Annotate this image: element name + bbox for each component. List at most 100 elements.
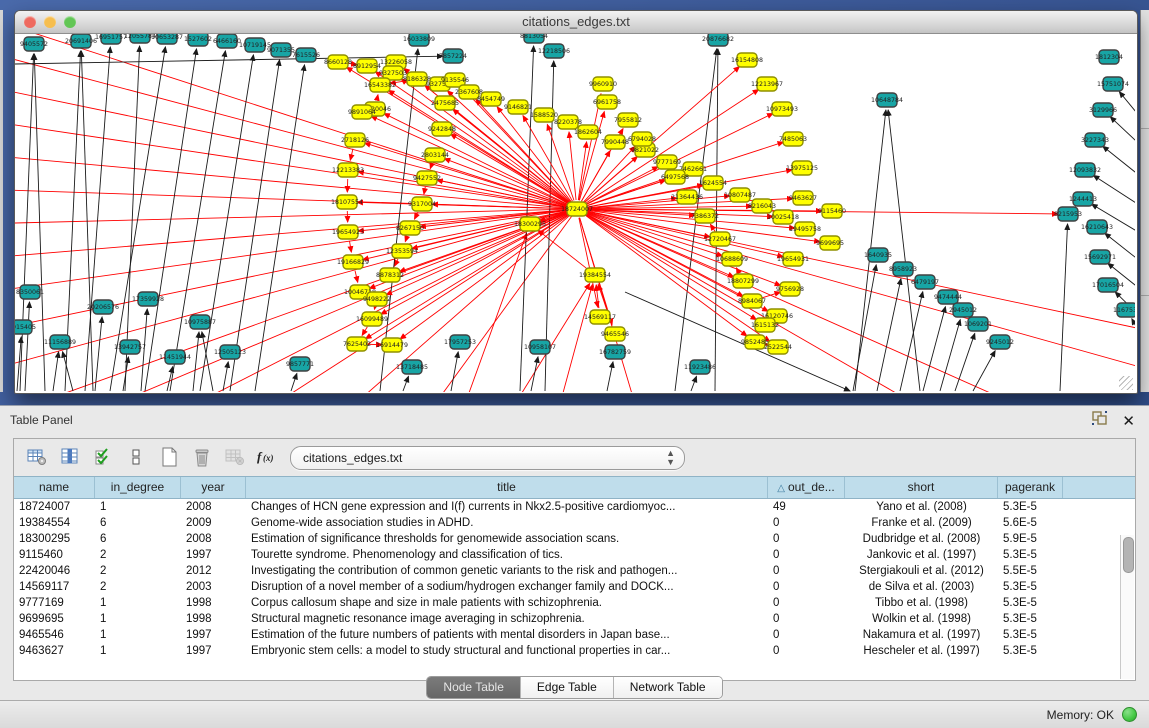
table-row[interactable]: 969969511998Structural magnetic resonanc… bbox=[14, 611, 1135, 627]
table-cell[interactable]: 5.6E-5 bbox=[998, 515, 1063, 531]
citation-edge-red[interactable] bbox=[350, 149, 353, 160]
graph-node[interactable]: 9465546 bbox=[601, 327, 629, 341]
table-cell[interactable]: 2 bbox=[95, 579, 181, 595]
table-cell[interactable]: 2009 bbox=[181, 515, 246, 531]
graph-node[interactable]: 13975125 bbox=[786, 161, 818, 175]
citation-edge-black[interactable] bbox=[200, 55, 253, 391]
delete-column-icon[interactable] bbox=[189, 446, 215, 468]
graph-node[interactable]: 12218506 bbox=[538, 44, 570, 58]
table-row[interactable]: 977716911998Corpus callosum shape and si… bbox=[14, 595, 1135, 611]
citation-edge-black[interactable] bbox=[451, 352, 458, 391]
graph-node[interactable]: 7955812 bbox=[614, 113, 642, 127]
graph-node[interactable]: 12213967 bbox=[751, 77, 783, 91]
table-row[interactable]: 946554611997Estimation of the future num… bbox=[14, 627, 1135, 643]
graph-node[interactable]: 9317004 bbox=[408, 197, 436, 211]
table-cell[interactable]: 0 bbox=[768, 643, 845, 659]
graph-node[interactable]: 6497568 bbox=[661, 170, 689, 184]
table-cell[interactable]: 1998 bbox=[181, 595, 246, 611]
table-row[interactable]: 946362711997Embryonic stem cells: a mode… bbox=[14, 643, 1135, 659]
graph-node[interactable]: 3129966 bbox=[1089, 103, 1117, 117]
graph-node[interactable]: 9427552 bbox=[413, 171, 441, 185]
citation-edge-red[interactable] bbox=[583, 146, 635, 202]
graph-node[interactable]: 12093832 bbox=[1069, 163, 1101, 177]
graph-node[interactable]: 16951757 bbox=[95, 34, 127, 44]
table-cell[interactable]: 14569117 bbox=[14, 579, 95, 595]
graph-node[interactable]: 9071355 bbox=[267, 43, 295, 57]
graph-node[interactable]: 8813054 bbox=[520, 34, 548, 43]
citation-edge-black[interactable] bbox=[223, 362, 228, 391]
graph-node[interactable]: 7386372 bbox=[691, 209, 719, 223]
graph-node[interactable]: 9777169 bbox=[653, 155, 681, 169]
table-row[interactable]: 1872400712008Changes of HCN gene express… bbox=[14, 499, 1135, 515]
table-cell[interactable]: 0 bbox=[768, 579, 845, 595]
citation-edge-black[interactable] bbox=[853, 265, 876, 391]
table-cell[interactable]: 1997 bbox=[181, 547, 246, 563]
table-cell[interactable]: 5.3E-5 bbox=[998, 579, 1063, 595]
citation-edge-black[interactable] bbox=[1132, 319, 1135, 352]
graph-node[interactable]: 11451944 bbox=[159, 350, 191, 364]
graph-node[interactable]: 16210643 bbox=[1081, 220, 1113, 234]
table-cell[interactable]: Changes of HCN gene expression and I(f) … bbox=[246, 499, 768, 515]
graph-node[interactable]: 8878312 bbox=[376, 268, 404, 282]
table-cell[interactable]: 18724007 bbox=[14, 499, 95, 515]
close-panel-icon[interactable]: ✕ bbox=[1122, 414, 1135, 429]
table-cell[interactable]: 5.3E-5 bbox=[998, 499, 1063, 515]
delete-table-icon[interactable] bbox=[222, 446, 248, 468]
citation-edge-red[interactable] bbox=[405, 237, 407, 242]
table-cell[interactable]: 9115460 bbox=[14, 547, 95, 563]
graph-node[interactable]: 18107554 bbox=[331, 195, 363, 209]
table-cell[interactable]: 19384554 bbox=[14, 515, 95, 531]
column-header-title[interactable]: title bbox=[246, 477, 768, 498]
table-cell[interactable]: 0 bbox=[768, 531, 845, 547]
table-cell[interactable]: 9777169 bbox=[14, 595, 95, 611]
graph-node[interactable]: 9245012 bbox=[986, 335, 1014, 349]
table-cell[interactable]: Jankovic et al. (1997) bbox=[845, 547, 998, 563]
graph-node[interactable]: 1624554 bbox=[699, 176, 727, 190]
graph-node[interactable]: 10025418 bbox=[767, 210, 799, 224]
citation-edge-red[interactable] bbox=[365, 143, 569, 206]
table-vscrollbar[interactable] bbox=[1120, 535, 1134, 679]
table-cell[interactable]: Estimation of significance thresholds fo… bbox=[246, 531, 768, 547]
graph-node[interactable]: 19384554 bbox=[579, 268, 611, 282]
graph-node[interactable]: 12505123 bbox=[214, 345, 246, 359]
window-titlebar[interactable]: citations_edges.txt bbox=[15, 11, 1137, 34]
table-cell[interactable]: 0 bbox=[768, 515, 845, 531]
graph-node[interactable]: 10653287 bbox=[151, 34, 183, 44]
graph-node[interactable]: 16914479 bbox=[376, 338, 408, 352]
table-cell[interactable]: 9465546 bbox=[14, 627, 95, 643]
table-cell[interactable]: 2008 bbox=[181, 531, 246, 547]
graph-node[interactable]: 13718485 bbox=[396, 360, 428, 374]
table-cell[interactable]: 0 bbox=[768, 595, 845, 611]
citation-edge-black[interactable] bbox=[193, 332, 199, 391]
table-cell[interactable]: 49 bbox=[768, 499, 845, 515]
graph-node[interactable]: 8267150 bbox=[396, 221, 424, 235]
graph-node[interactable]: 10807487 bbox=[724, 188, 756, 202]
citation-edge-black[interactable] bbox=[403, 376, 408, 391]
citation-edge-black[interactable] bbox=[53, 352, 59, 391]
table-cell[interactable]: Stergiakouli et al. (2012) bbox=[845, 563, 998, 579]
graph-node[interactable]: 7625402 bbox=[343, 337, 371, 351]
graph-node[interactable]: 19495758 bbox=[789, 222, 821, 236]
table-cell[interactable]: 2012 bbox=[181, 563, 246, 579]
graph-node[interactable]: 9857771 bbox=[286, 357, 314, 371]
table-cell[interactable]: 2 bbox=[95, 547, 181, 563]
citation-edge-red[interactable] bbox=[579, 218, 598, 307]
table-cell[interactable]: 22420046 bbox=[14, 563, 95, 579]
table-column-icon[interactable] bbox=[57, 446, 83, 468]
table-cell[interactable]: Tourette syndrome. Phenomenology and cla… bbox=[246, 547, 768, 563]
citation-edge-black[interactable] bbox=[1060, 224, 1068, 391]
table-cell[interactable]: Franke et al. (2009) bbox=[845, 515, 998, 531]
graph-node[interactable]: 1812304 bbox=[1095, 50, 1123, 64]
citation-edge-red[interactable] bbox=[349, 241, 351, 252]
graph-node[interactable]: 9498222 bbox=[363, 292, 391, 306]
graph-node[interactable]: 1244413 bbox=[1069, 192, 1097, 206]
table-cell[interactable]: Dudbridge et al. (2008) bbox=[845, 531, 998, 547]
table-cell[interactable]: 1 bbox=[95, 643, 181, 659]
table-cell[interactable]: Yano et al. (2008) bbox=[845, 499, 998, 515]
citation-edge-red[interactable] bbox=[15, 154, 568, 208]
table-cell[interactable]: 5.5E-5 bbox=[998, 563, 1063, 579]
table-cell[interactable]: 5.3E-5 bbox=[998, 595, 1063, 611]
table-cell[interactable]: 6 bbox=[95, 515, 181, 531]
scrollbar-thumb[interactable] bbox=[1123, 537, 1134, 573]
graph-node[interactable]: 15692971 bbox=[1084, 250, 1116, 264]
